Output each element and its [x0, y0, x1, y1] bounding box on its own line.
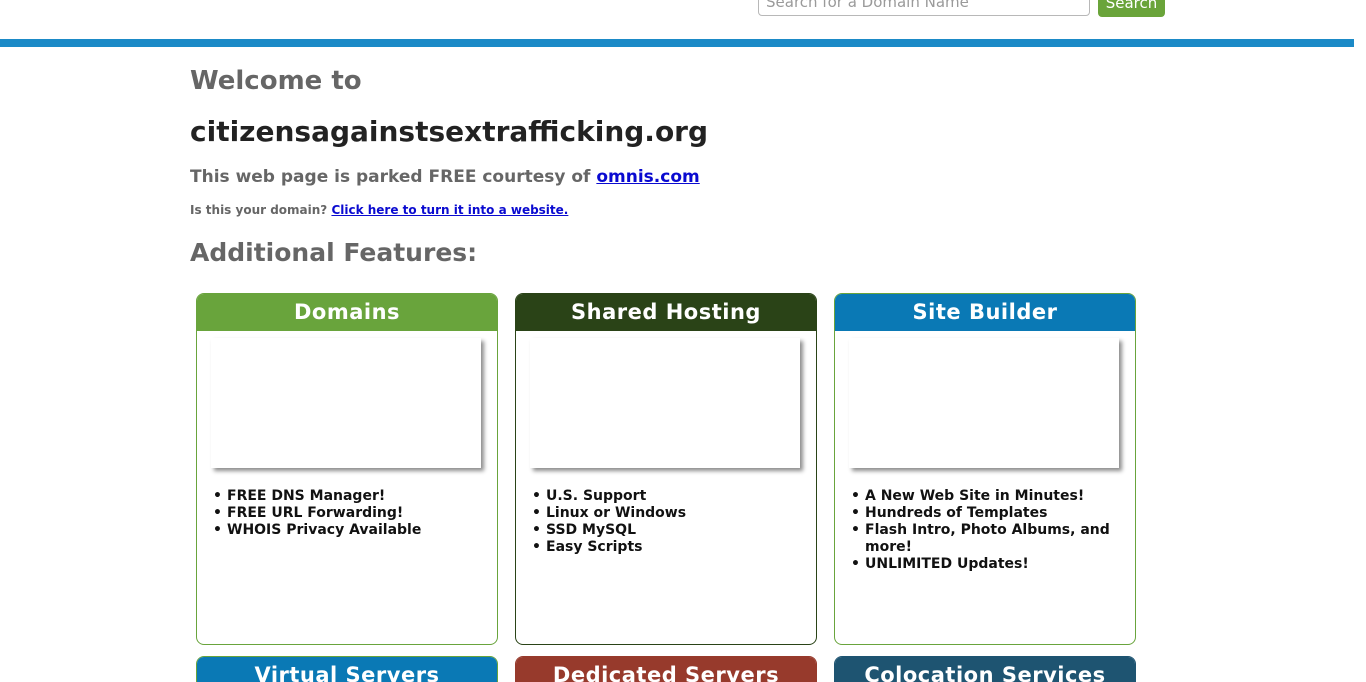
list-item: Flash Intro, Photo Albums, and more! — [851, 522, 1121, 556]
domains-feature-list: FREE DNS Manager! FREE URL Forwarding! W… — [213, 488, 483, 539]
domains-card: Domains FREE DNS Manager! FREE URL Forwa… — [196, 293, 498, 645]
header-rule — [0, 39, 1354, 47]
site-builder-card-title[interactable]: Site Builder — [835, 294, 1135, 331]
site-builder-card: Site Builder A New Web Site in Minutes! … — [834, 293, 1136, 645]
shared-hosting-card-image — [530, 338, 800, 468]
additional-features-heading: Additional Features: — [190, 238, 478, 267]
site-builder-card-image — [849, 338, 1119, 468]
list-item: Linux or Windows — [532, 505, 802, 522]
shared-hosting-card: Shared Hosting U.S. Support Linux or Win… — [515, 293, 817, 645]
list-item: UNLIMITED Updates! — [851, 556, 1121, 573]
parked-text: This web page is parked FREE courtesy of — [190, 167, 597, 187]
list-item: A New Web Site in Minutes! — [851, 488, 1121, 505]
list-item: FREE URL Forwarding! — [213, 505, 483, 522]
list-item: Easy Scripts — [532, 539, 802, 556]
virtual-servers-card-title[interactable]: Virtual Servers — [197, 657, 497, 682]
dedicated-servers-card-title[interactable]: Dedicated Servers — [516, 657, 816, 682]
shared-hosting-card-title[interactable]: Shared Hosting — [516, 294, 816, 331]
domain-name-heading: citizensagainstsextrafficking.org — [190, 115, 709, 148]
colocation-services-card: Colocation Services — [834, 656, 1136, 682]
list-item: WHOIS Privacy Available — [213, 522, 483, 539]
list-item: U.S. Support — [532, 488, 802, 505]
domain-question-text: Is this your domain? — [190, 203, 332, 217]
list-item: Hundreds of Templates — [851, 505, 1121, 522]
shared-hosting-feature-list: U.S. Support Linux or Windows SSD MySQL … — [532, 488, 802, 556]
dedicated-servers-card: Dedicated Servers — [515, 656, 817, 682]
site-builder-feature-list: A New Web Site in Minutes! Hundreds of T… — [851, 488, 1121, 573]
virtual-servers-card: Virtual Servers — [196, 656, 498, 682]
domain-question: Is this your domain? Click here to turn … — [190, 202, 568, 218]
parked-notice: This web page is parked FREE courtesy of… — [190, 166, 700, 188]
welcome-heading: Welcome to — [190, 66, 362, 96]
omnis-link[interactable]: omnis.com — [596, 167, 699, 187]
domains-card-title[interactable]: Domains — [197, 294, 497, 331]
top-bar: Search — [0, 0, 1354, 39]
build-website-link[interactable]: Click here to turn it into a website. — [331, 203, 568, 217]
domain-search-input[interactable] — [758, 0, 1090, 16]
list-item: FREE DNS Manager! — [213, 488, 483, 505]
domains-card-image — [211, 338, 481, 468]
search-button[interactable]: Search — [1098, 0, 1165, 17]
list-item: SSD MySQL — [532, 522, 802, 539]
colocation-services-card-title[interactable]: Colocation Services — [835, 657, 1135, 682]
